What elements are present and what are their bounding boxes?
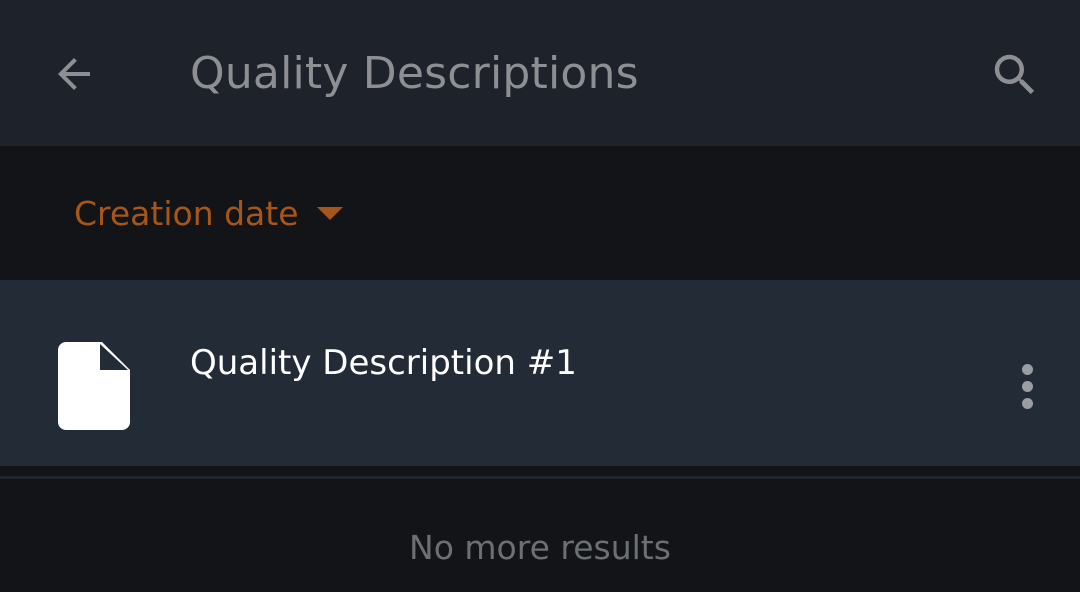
top-app-bar: Quality Descriptions — [0, 0, 1080, 146]
list-divider — [0, 476, 1080, 479]
more-vertical-icon-dot — [1021, 380, 1033, 392]
no-more-results-label: No more results — [409, 528, 671, 567]
search-icon — [994, 54, 1035, 95]
search-button[interactable] — [980, 40, 1050, 110]
sort-label: Creation date — [74, 193, 299, 233]
list-item[interactable]: Quality Description #1 — [0, 280, 1080, 466]
sort-dropdown[interactable]: Creation date — [74, 188, 343, 238]
more-vertical-icon — [1021, 363, 1033, 375]
more-options-button[interactable] — [1000, 356, 1054, 416]
app-screen: Quality Descriptions Creation date Quali… — [0, 0, 1080, 592]
file-icon — [58, 342, 130, 430]
sort-bar: Creation date — [0, 146, 1080, 280]
arrow-left-icon — [58, 58, 90, 90]
back-button[interactable] — [40, 40, 108, 108]
page-title: Quality Descriptions — [190, 48, 639, 99]
list-item-title: Quality Description #1 — [190, 343, 577, 383]
caret-down-icon — [316, 206, 343, 220]
more-vertical-icon-dot — [1021, 397, 1033, 409]
